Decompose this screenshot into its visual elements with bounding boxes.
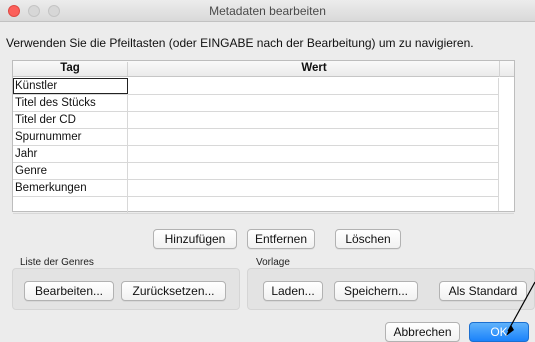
mouse-pointer-icon — [506, 281, 535, 336]
metadata-editor-window: Metadaten bearbeiten Verwenden Sie die P… — [0, 0, 535, 342]
